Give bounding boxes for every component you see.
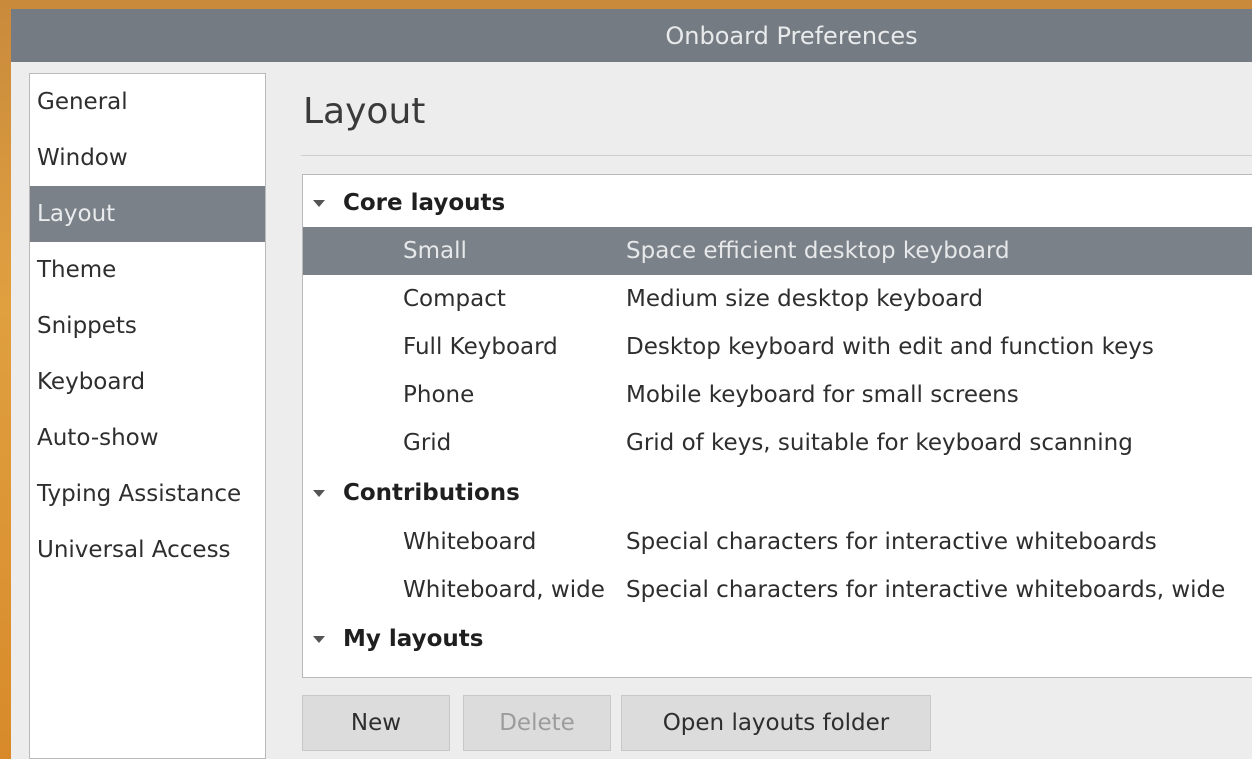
- layout-description: Grid of keys, suitable for keyboard scan…: [626, 430, 1133, 456]
- title-bar[interactable]: Onboard Preferences: [11, 9, 1252, 62]
- sidebar-item-universal-access[interactable]: Universal Access: [30, 522, 265, 578]
- layout-row-phone[interactable]: Phone Mobile keyboard for small screens: [303, 371, 1252, 419]
- open-layouts-folder-button[interactable]: Open layouts folder: [621, 695, 931, 751]
- expander-down-icon[interactable]: [313, 635, 325, 643]
- layout-tree[interactable]: Core layouts Small Space efficient deskt…: [302, 174, 1252, 678]
- new-button[interactable]: New: [302, 695, 450, 751]
- group-row-core-layouts[interactable]: Core layouts: [303, 179, 1252, 227]
- layout-row-whiteboard[interactable]: Whiteboard Special characters for intera…: [303, 518, 1252, 566]
- expander-down-icon[interactable]: [313, 199, 325, 207]
- group-label: Core layouts: [343, 190, 506, 216]
- new-button-label: New: [350, 710, 402, 736]
- sidebar-item-theme[interactable]: Theme: [30, 242, 265, 298]
- delete-button[interactable]: Delete: [463, 695, 611, 751]
- sidebar-item-snippets[interactable]: Snippets: [30, 298, 265, 354]
- layout-description: Special characters for interactive white…: [626, 529, 1157, 555]
- expander-down-icon[interactable]: [313, 489, 325, 497]
- layout-name: Whiteboard, wide: [403, 577, 605, 603]
- layout-name: Phone: [403, 382, 475, 408]
- sidebar-item-label: Keyboard: [37, 369, 146, 395]
- group-row-contributions[interactable]: Contributions: [303, 469, 1252, 517]
- sidebar-item-label: Typing Assistance: [37, 481, 242, 507]
- sidebar: General Window Layout Theme Snippets Key…: [29, 73, 266, 759]
- layout-name: Full Keyboard: [403, 334, 558, 360]
- group-label: My layouts: [343, 626, 484, 652]
- sidebar-item-label: Window: [37, 145, 128, 171]
- sidebar-item-window[interactable]: Window: [30, 130, 265, 186]
- page-title: Layout: [303, 91, 426, 132]
- title-separator: [301, 155, 1252, 156]
- layout-name: Grid: [403, 430, 452, 456]
- delete-button-label: Delete: [499, 710, 575, 736]
- sidebar-item-label: Universal Access: [37, 537, 231, 563]
- preferences-window: Onboard Preferences General Window Layou…: [11, 9, 1252, 759]
- sidebar-item-typing-assistance[interactable]: Typing Assistance: [30, 466, 265, 522]
- group-label: Contributions: [343, 480, 520, 506]
- layout-description: Desktop keyboard with edit and function …: [626, 334, 1154, 360]
- layout-name: Small: [403, 238, 467, 264]
- sidebar-item-label: General: [37, 89, 128, 115]
- sidebar-item-keyboard[interactable]: Keyboard: [30, 354, 265, 410]
- sidebar-item-label: Auto-show: [37, 425, 159, 451]
- sidebar-item-label: Layout: [37, 201, 116, 227]
- sidebar-item-label: Theme: [37, 257, 117, 283]
- open-layouts-folder-label: Open layouts folder: [662, 710, 890, 736]
- layout-row-whiteboard-wide[interactable]: Whiteboard, wide Special characters for …: [303, 566, 1252, 614]
- layout-row-small[interactable]: Small Space efficient desktop keyboard: [303, 227, 1252, 275]
- layout-row-grid[interactable]: Grid Grid of keys, suitable for keyboard…: [303, 419, 1252, 467]
- window-title: Onboard Preferences: [665, 21, 918, 50]
- sidebar-item-auto-show[interactable]: Auto-show: [30, 410, 265, 466]
- layout-description: Mobile keyboard for small screens: [626, 382, 1019, 408]
- layout-name: Whiteboard: [403, 529, 537, 555]
- sidebar-item-general[interactable]: General: [30, 74, 265, 130]
- layout-row-full-keyboard[interactable]: Full Keyboard Desktop keyboard with edit…: [303, 323, 1252, 371]
- sidebar-item-label: Snippets: [37, 313, 137, 339]
- group-row-my-layouts[interactable]: My layouts: [303, 615, 1252, 663]
- sidebar-item-layout[interactable]: Layout: [30, 186, 265, 242]
- layout-name: Compact: [403, 286, 506, 312]
- layout-description: Special characters for interactive white…: [626, 577, 1226, 603]
- layout-description: Medium size desktop keyboard: [626, 286, 983, 312]
- layout-description: Space efficient desktop keyboard: [626, 238, 1010, 264]
- layout-row-compact[interactable]: Compact Medium size desktop keyboard: [303, 275, 1252, 323]
